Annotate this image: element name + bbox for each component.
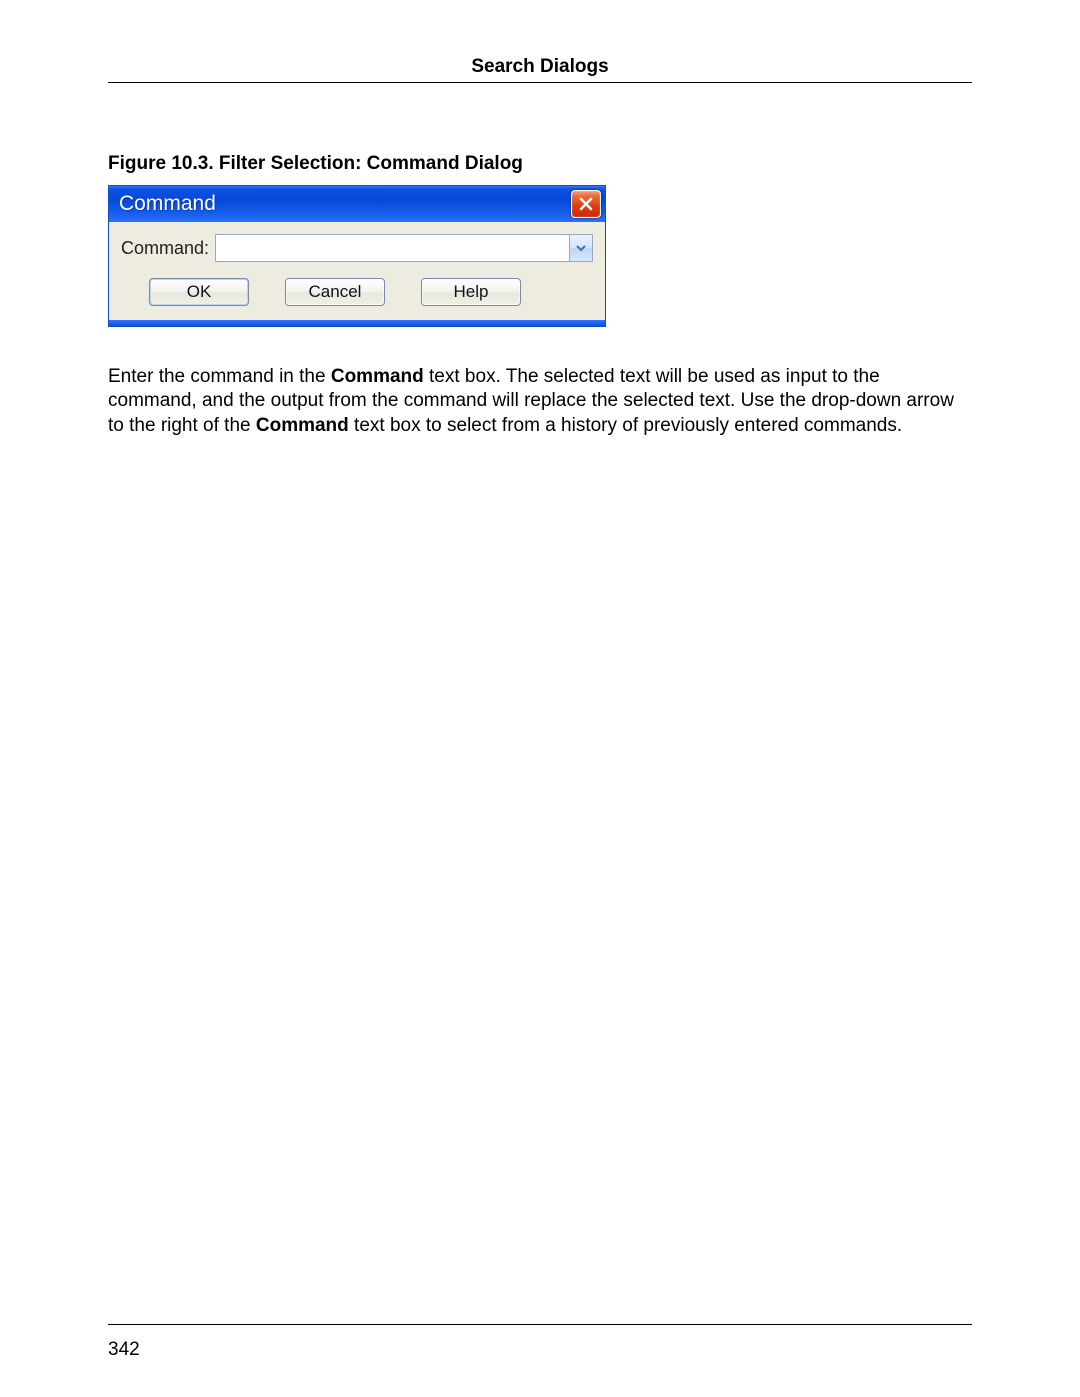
para-seg3: text box to select from a history of pre… <box>349 415 902 436</box>
ok-button[interactable]: OK <box>149 278 249 306</box>
footer-rule <box>108 1324 972 1325</box>
document-page: Search Dialogs Figure 10.3. Filter Selec… <box>0 0 1080 1397</box>
titlebar[interactable]: Command <box>109 186 605 222</box>
command-label: Command: <box>121 238 209 259</box>
dialog-button-row: OK Cancel Help <box>121 278 593 306</box>
page-header-title: Search Dialogs <box>108 56 972 82</box>
header-rule <box>108 82 972 83</box>
figure-caption: Figure 10.3. Filter Selection: Command D… <box>108 153 972 175</box>
page-number: 342 <box>108 1339 140 1361</box>
para-bold1: Command <box>331 366 424 387</box>
command-dialog-window: Command Command: <box>108 185 606 327</box>
titlebar-title: Command <box>119 192 216 216</box>
dialog-body: Command: OK Cancel Help <box>109 222 605 320</box>
command-row: Command: <box>121 234 593 262</box>
para-bold2: Command <box>256 415 349 436</box>
command-dropdown-button[interactable] <box>569 234 593 262</box>
close-icon <box>579 197 593 211</box>
body-paragraph: Enter the command in the Command text bo… <box>108 365 972 438</box>
command-input[interactable] <box>215 234 569 262</box>
cancel-button[interactable]: Cancel <box>285 278 385 306</box>
help-button[interactable]: Help <box>421 278 521 306</box>
command-combobox <box>215 234 593 262</box>
dialog-bottom-border <box>109 320 605 326</box>
chevron-down-icon <box>575 242 587 254</box>
para-seg1: Enter the command in the <box>108 366 331 387</box>
close-button[interactable] <box>571 190 601 218</box>
